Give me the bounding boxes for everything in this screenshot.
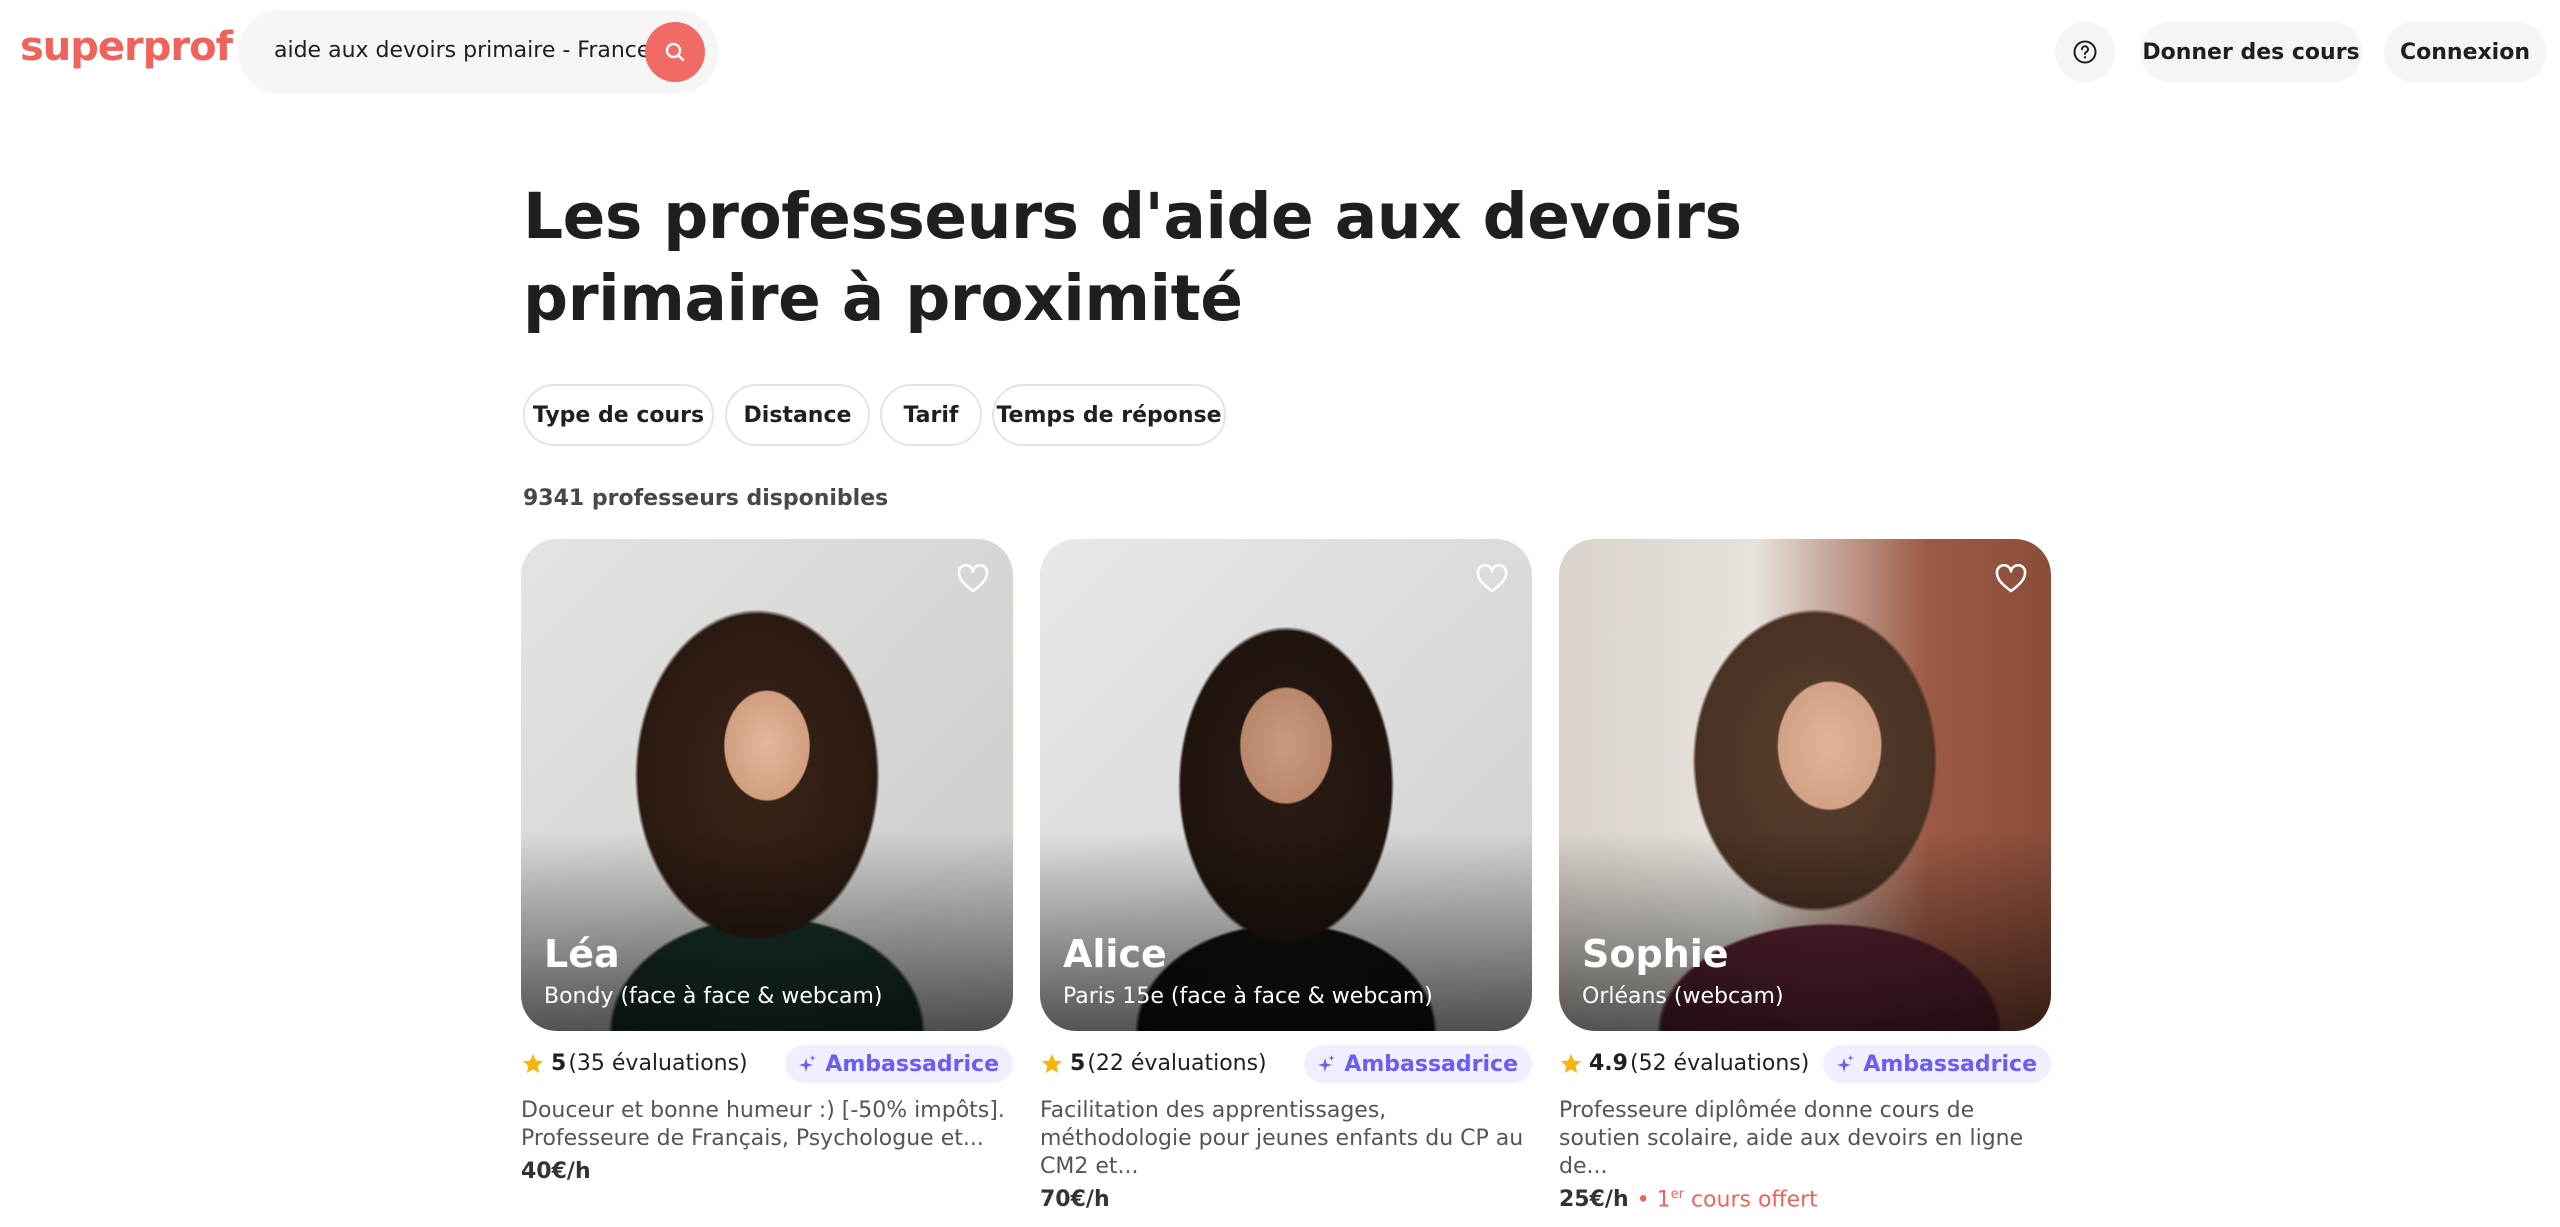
tutor-price: 70€/h bbox=[1040, 1187, 1110, 1212]
star-icon bbox=[1561, 1053, 1581, 1073]
tutor-description: Facilitation des apprentissages, méthodo… bbox=[1040, 1098, 1524, 1179]
tutor-rating: 5 (22 évaluations) bbox=[1040, 1051, 1267, 1076]
superprof-logo[interactable]: superprof bbox=[20, 24, 233, 70]
tutor-card[interactable]: Sophie Orléans (webcam) 4.9 (52 évaluati… bbox=[1559, 539, 2051, 1212]
tutor-photo[interactable]: Sophie Orléans (webcam) bbox=[1559, 539, 2051, 1031]
help-button[interactable] bbox=[2055, 22, 2115, 82]
star-icon bbox=[523, 1053, 543, 1073]
search-bar[interactable]: aide aux devoirs primaire - France bbox=[238, 10, 718, 94]
filter-price[interactable]: Tarif bbox=[880, 384, 982, 446]
tutor-location: Orléans (webcam) bbox=[1582, 984, 1784, 1009]
sparkle-icon bbox=[1837, 1055, 1854, 1072]
offer-badge: • 1er cours offert bbox=[1636, 1187, 1818, 1213]
star-icon bbox=[1042, 1053, 1062, 1073]
login-button[interactable]: Connexion bbox=[2384, 22, 2546, 82]
ambassador-badge: Ambassadrice bbox=[1823, 1045, 2051, 1083]
heart-icon bbox=[957, 564, 989, 593]
favorite-button[interactable] bbox=[1472, 559, 1512, 599]
tutor-card[interactable]: Alice Paris 15e (face à face & webcam) 5… bbox=[1040, 539, 1532, 1212]
tutor-location: Paris 15e (face à face & webcam) bbox=[1063, 984, 1433, 1009]
search-button[interactable] bbox=[645, 22, 705, 82]
tutor-price: 40€/h bbox=[521, 1159, 591, 1184]
tutor-description: Douceur et bonne humeur :) [-50% impôts]… bbox=[521, 1098, 1005, 1151]
tutor-description: Professeure diplômée donne cours de sout… bbox=[1559, 1098, 2024, 1179]
tutor-price: 25€/h bbox=[1559, 1187, 1629, 1213]
tutor-name: Alice bbox=[1063, 932, 1167, 976]
tutor-photo[interactable]: Alice Paris 15e (face à face & webcam) bbox=[1040, 539, 1532, 1031]
sparkle-icon bbox=[799, 1055, 816, 1072]
price-row: 25€/h • 1er cours offert bbox=[1559, 1187, 2051, 1212]
search-icon bbox=[665, 42, 685, 62]
page-title: Les professeurs d'aide aux devoirs prima… bbox=[523, 180, 1742, 335]
review-count: (22 évaluations) bbox=[1087, 1051, 1267, 1076]
rating-score: 5 bbox=[551, 1051, 567, 1076]
results-count: 9341 professeurs disponibles bbox=[523, 486, 889, 511]
price-row: 70€/h bbox=[1040, 1187, 1532, 1212]
heart-icon bbox=[1476, 564, 1508, 593]
help-circle-icon bbox=[2073, 40, 2097, 64]
review-count: (52 évaluations) bbox=[1629, 1051, 1810, 1076]
tutor-name: Sophie bbox=[1582, 932, 1729, 976]
review-count: (35 évaluations) bbox=[568, 1051, 748, 1076]
give-lessons-button[interactable]: Donner des cours bbox=[2140, 22, 2362, 82]
tutor-name: Léa bbox=[544, 932, 620, 976]
rating-score: 5 bbox=[1070, 1051, 1086, 1076]
heart-icon bbox=[1995, 564, 2027, 593]
tutor-location: Bondy (face à face & webcam) bbox=[544, 984, 883, 1009]
tutor-photo[interactable]: Léa Bondy (face à face & webcam) bbox=[521, 539, 1013, 1031]
filter-distance[interactable]: Distance bbox=[725, 384, 870, 446]
price-row: 40€/h bbox=[521, 1159, 1013, 1184]
ambassador-badge: Ambassadrice bbox=[785, 1045, 1013, 1083]
tutor-card[interactable]: Léa Bondy (face à face & webcam) 5 (35 é… bbox=[521, 539, 1013, 1184]
favorite-button[interactable] bbox=[953, 559, 993, 599]
sparkle-icon bbox=[1318, 1055, 1335, 1072]
tutor-rating: 4.9 (52 évaluations) bbox=[1559, 1051, 1809, 1076]
filter-response-time[interactable]: Temps de réponse bbox=[992, 384, 1226, 446]
search-input[interactable]: aide aux devoirs primaire - France bbox=[274, 38, 650, 63]
top-navigation: superprof aide aux devoirs primaire - Fr… bbox=[0, 0, 2560, 106]
rating-score: 4.9 bbox=[1589, 1051, 1628, 1076]
filter-course-type[interactable]: Type de cours bbox=[523, 384, 714, 446]
ambassador-badge: Ambassadrice bbox=[1304, 1045, 1532, 1083]
favorite-button[interactable] bbox=[1991, 559, 2031, 599]
tutor-rating: 5 (35 évaluations) bbox=[521, 1051, 748, 1076]
